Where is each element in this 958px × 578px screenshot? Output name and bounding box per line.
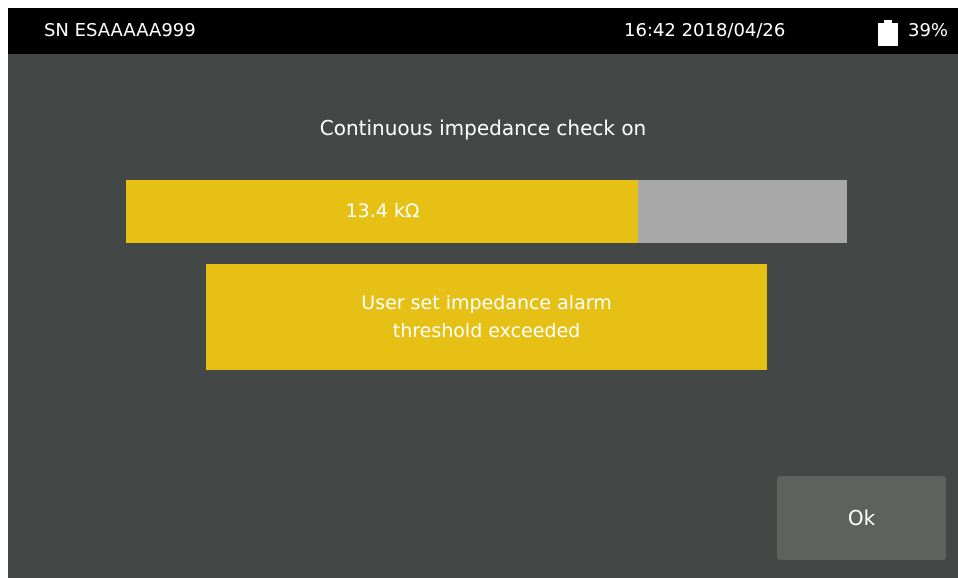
impedance-value: 13.4 kΩ xyxy=(345,200,420,222)
ok-button[interactable]: Ok xyxy=(777,476,946,560)
impedance-bar: 13.4 kΩ xyxy=(126,180,847,243)
status-bar: SN ESAAAAA999 16:42 2018/04/26 39% xyxy=(8,8,958,54)
impedance-alarm-message: User set impedance alarm threshold excee… xyxy=(206,264,767,370)
page-title: Continuous impedance check on xyxy=(319,116,647,140)
device-screen: SN ESAAAAA999 16:42 2018/04/26 39% Conti… xyxy=(8,8,958,578)
battery-level: 39% xyxy=(908,20,949,41)
serial-number: SN ESAAAAA999 xyxy=(44,20,196,41)
battery-icon xyxy=(878,20,898,46)
alarm-message-line-1: User set impedance alarm xyxy=(361,292,612,314)
date-time: 16:42 2018/04/26 xyxy=(624,20,786,41)
alarm-message-line-2: threshold exceeded xyxy=(392,320,581,342)
